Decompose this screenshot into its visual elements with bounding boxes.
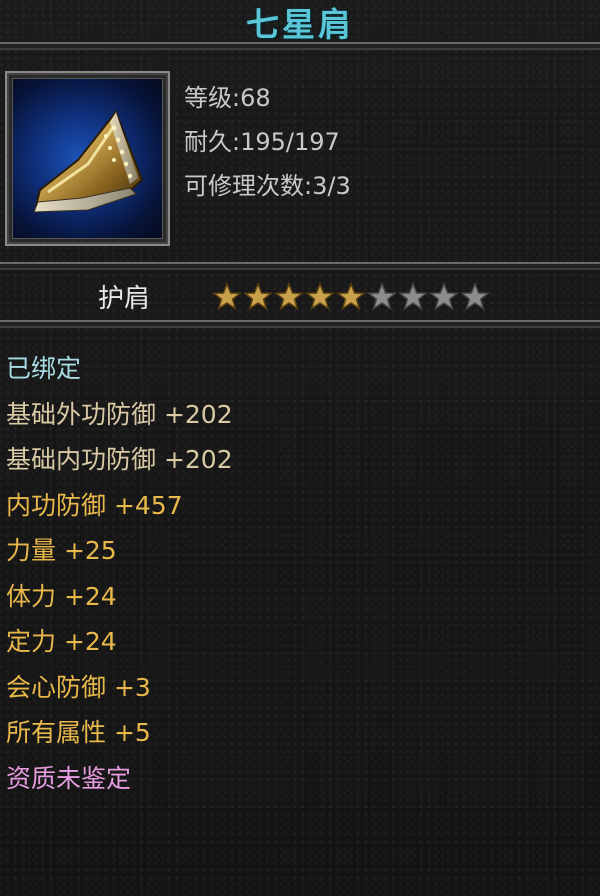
item-icon-frame: [5, 71, 170, 246]
durability-text: 耐久:195/197: [184, 128, 340, 156]
star-empty-icon: [398, 282, 428, 311]
star-empty-icon: [429, 282, 459, 311]
attribute-row: 已绑定: [6, 354, 82, 383]
repair-count-text: 可修理次数:3/3: [184, 172, 351, 200]
star-filled-icon: [274, 282, 304, 311]
divider: [0, 320, 600, 328]
star-filled-icon: [212, 282, 242, 311]
divider: [0, 42, 600, 50]
attribute-row: 基础内功防御 +202: [6, 445, 233, 474]
divider: [0, 262, 600, 270]
star-empty-icon: [460, 282, 490, 311]
attribute-row: 资质未鉴定: [6, 763, 132, 793]
item-type-row: 护肩: [0, 272, 600, 320]
shoulder-armor-icon: [12, 78, 163, 239]
attribute-row: 体力 +24: [6, 581, 117, 611]
attribute-row: 基础外功防御 +202: [6, 399, 233, 429]
level-text: 等级:68: [184, 84, 271, 112]
item-tooltip: 七星肩 等级:68 耐久:195/197 可修理次数:3/3 护肩 已绑定 基础…: [0, 0, 600, 896]
star-rating: [212, 282, 490, 312]
item-stats: 等级:68 耐久:195/197 可修理次数:3/3: [184, 76, 351, 208]
star-filled-icon: [243, 282, 273, 311]
attribute-row: 内功防御 +457: [6, 490, 183, 520]
title-bar: 七星肩: [0, 0, 600, 44]
star-empty-icon: [367, 282, 397, 311]
star-filled-icon: [336, 282, 366, 311]
attribute-row: 定力 +24: [6, 627, 117, 656]
attribute-row: 所有属性 +5: [6, 718, 151, 747]
attribute-row: 会心防御 +3: [6, 672, 151, 702]
attribute-list: 已绑定基础外功防御 +202 基础内功防御 +202 内功防御 +457 力量 +25…: [6, 346, 233, 801]
attribute-row: 力量 +25: [6, 536, 117, 565]
star-filled-icon: [305, 282, 335, 311]
item-type-label: 护肩: [98, 284, 151, 314]
item-name: 七星肩: [246, 5, 354, 44]
